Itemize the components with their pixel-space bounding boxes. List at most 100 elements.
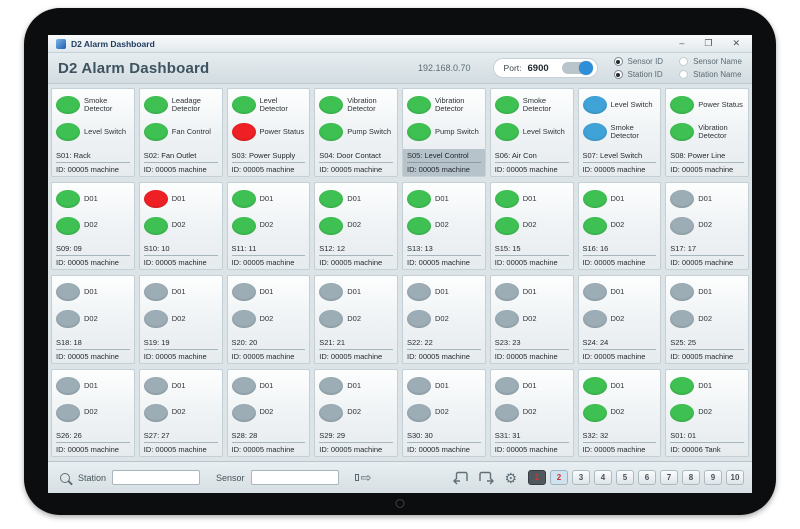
station-card[interactable]: Level SwitchSmoke DetectorS07: Level Swi… — [578, 88, 662, 177]
page-button-4[interactable]: 4 — [594, 470, 612, 485]
card-label-area: S26: 26ID: 00005 machine — [52, 429, 134, 456]
station-card[interactable]: D01D02S12: 12ID: 00005 machine — [314, 182, 398, 271]
station-card[interactable]: D01D02S16: 16ID: 00005 machine — [578, 182, 662, 271]
sensor-row: D01 — [56, 377, 130, 395]
sensor-label: Smoke Detector — [84, 97, 130, 114]
station-card[interactable]: D01D02S17: 17ID: 00005 machine — [665, 182, 749, 271]
station-card[interactable]: D01D02S11: 11ID: 00005 machine — [227, 182, 311, 271]
station-card[interactable]: D01D02S19: 19ID: 00005 machine — [139, 275, 223, 364]
station-card[interactable]: Vibration DetectorPump SwitchS04: Door C… — [314, 88, 398, 177]
sensor-row: D01 — [56, 283, 130, 301]
sensor-label: Vibration Detector — [347, 97, 393, 114]
close-button[interactable]: ✕ — [732, 39, 740, 48]
station-id: ID: 00005 machine — [407, 442, 481, 454]
page-button-7[interactable]: 7 — [660, 470, 678, 485]
sensor-row: Level Switch — [495, 123, 569, 141]
station-card[interactable]: D01D02S01: 01ID: 00006 Tank — [665, 369, 749, 458]
display-mode-radios: Sensor ID Sensor Name Station ID Station… — [614, 57, 743, 79]
station-card[interactable]: D01D02S21: 21ID: 00005 machine — [314, 275, 398, 364]
page-button-10[interactable]: 10 — [726, 470, 744, 485]
status-dot-icon — [232, 404, 256, 422]
radio-icon — [614, 70, 623, 79]
minimize-button[interactable]: – — [679, 39, 684, 48]
enter-right-icon[interactable] — [478, 470, 495, 485]
connection-toggle[interactable] — [562, 62, 592, 74]
page-button-1[interactable]: 1 — [528, 470, 546, 485]
station-card[interactable]: D01D02S29: 29ID: 00005 machine — [314, 369, 398, 458]
station-card[interactable]: Level DetectorPower StatusS03: Power Sup… — [227, 88, 311, 177]
page-button-3[interactable]: 3 — [572, 470, 590, 485]
sensor-search-input[interactable] — [251, 470, 339, 485]
status-dot-icon — [56, 404, 80, 422]
station-card[interactable]: D01D02S22: 22ID: 00005 machine — [402, 275, 486, 364]
sensor-label: D01 — [347, 195, 361, 204]
sensor-label: D02 — [523, 221, 537, 230]
station-card[interactable]: Vibration DetectorPump SwitchS05: Level … — [402, 88, 486, 177]
status-dot-icon — [319, 377, 343, 395]
station-card[interactable]: Smoke DetectorLevel SwitchS06: Air ConID… — [490, 88, 574, 177]
radio-sensor-name[interactable]: Sensor Name — [679, 57, 742, 66]
station-card[interactable]: D01D02S26: 26ID: 00005 machine — [51, 369, 135, 458]
sensor-label: D01 — [84, 288, 98, 297]
sensor-row: Smoke Detector — [56, 96, 130, 114]
card-label-area: S19: 19ID: 00005 machine — [140, 336, 222, 363]
status-dot-icon — [670, 377, 694, 395]
page-button-2[interactable]: 2 — [550, 470, 568, 485]
station-card[interactable]: D01D02S09: 09ID: 00005 machine — [51, 182, 135, 271]
go-arrow-icon[interactable]: ⇨ — [355, 471, 372, 484]
return-left-icon[interactable] — [452, 470, 469, 485]
station-card[interactable]: D01D02S13: 13ID: 00005 machine — [402, 182, 486, 271]
settings-gear-icon[interactable]: ⚙ — [504, 471, 517, 485]
page-button-8[interactable]: 8 — [682, 470, 700, 485]
station-card[interactable]: D01D02S27: 27ID: 00005 machine — [139, 369, 223, 458]
station-card[interactable]: D01D02S15: 15ID: 00005 machine — [490, 182, 574, 271]
station-id: ID: 00005 machine — [495, 255, 569, 267]
sensor-area: D01D02 — [228, 370, 310, 430]
station-card[interactable]: Smoke DetectorLevel SwitchS01: RackID: 0… — [51, 88, 135, 177]
status-dot-icon — [56, 190, 80, 208]
station-id: ID: 00005 machine — [319, 442, 393, 454]
status-dot-icon — [670, 217, 694, 235]
station-search-input[interactable] — [112, 470, 200, 485]
card-label-area: S18: 18ID: 00005 machine — [52, 336, 134, 363]
page-button-5[interactable]: 5 — [616, 470, 634, 485]
station-card[interactable]: D01D02S10: 10ID: 00005 machine — [139, 182, 223, 271]
radio-station-id[interactable]: Station ID — [614, 70, 664, 79]
station-card[interactable]: D01D02S28: 28ID: 00005 machine — [227, 369, 311, 458]
sensor-area: Leadage DetectorFan Control — [140, 89, 222, 149]
page-button-9[interactable]: 9 — [704, 470, 722, 485]
sensor-label: D01 — [260, 288, 274, 297]
maximize-button[interactable]: ❐ — [704, 39, 712, 48]
station-name: S26: 26 — [52, 430, 134, 442]
station-card[interactable]: D01D02S24: 24ID: 00005 machine — [578, 275, 662, 364]
page-button-6[interactable]: 6 — [638, 470, 656, 485]
sensor-label: D01 — [523, 195, 537, 204]
radio-station-name[interactable]: Station Name — [679, 70, 742, 79]
station-name: S06: Air Con — [491, 150, 573, 162]
station-card[interactable]: D01D02S20: 20ID: 00005 machine — [227, 275, 311, 364]
status-dot-icon — [583, 190, 607, 208]
radio-sensor-id[interactable]: Sensor ID — [614, 57, 664, 66]
card-label-area: S25: 25ID: 00005 machine — [666, 336, 748, 363]
sensor-label: D01 — [347, 288, 361, 297]
station-card[interactable]: D01D02S23: 23ID: 00005 machine — [490, 275, 574, 364]
status-dot-icon — [670, 310, 694, 328]
station-card[interactable]: D01D02S18: 18ID: 00005 machine — [51, 275, 135, 364]
sensor-row: D01 — [319, 283, 393, 301]
sensor-label: Smoke Detector — [523, 97, 569, 114]
station-id: ID: 00005 machine — [583, 442, 657, 454]
port-input[interactable] — [528, 63, 562, 74]
station-card[interactable]: D01D02S32: 32ID: 00005 machine — [578, 369, 662, 458]
station-name: S08: Power Line — [666, 150, 748, 162]
sensor-row: Level Switch — [583, 96, 657, 114]
sensor-row: D02 — [319, 217, 393, 235]
station-card[interactable]: Power StatusVibration DetectorS08: Power… — [665, 88, 749, 177]
sensor-area: D01D02 — [579, 183, 661, 243]
station-card[interactable]: D01D02S30: 30ID: 00005 machine — [402, 369, 486, 458]
station-card[interactable]: Leadage DetectorFan ControlS02: Fan Outl… — [139, 88, 223, 177]
sensor-label: D02 — [260, 221, 274, 230]
status-dot-icon — [56, 283, 80, 301]
station-name: S32: 32 — [579, 430, 661, 442]
station-card[interactable]: D01D02S25: 25ID: 00005 machine — [665, 275, 749, 364]
station-card[interactable]: D01D02S31: 31ID: 00005 machine — [490, 369, 574, 458]
